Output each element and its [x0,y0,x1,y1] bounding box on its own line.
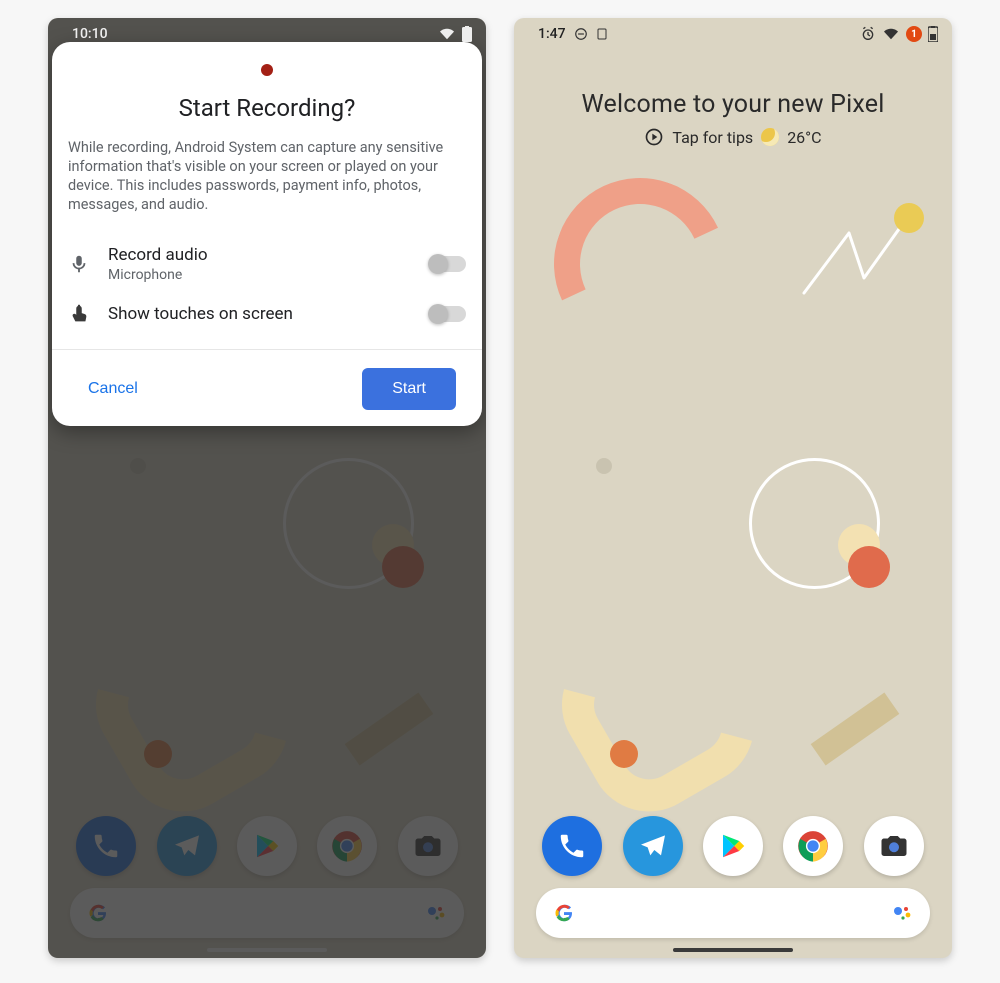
battery-icon [928,26,938,42]
screenshot-icon [596,27,608,41]
status-bar: 10:10 [48,18,486,46]
welcome-widget[interactable]: Welcome to your new Pixel Tap for tips 2… [514,90,952,147]
weather-temp: 26°C [787,128,821,147]
toggle-record-audio[interactable] [430,256,466,272]
option-record-audio[interactable]: Record audio Microphone [68,235,466,293]
weather-icon [761,128,779,146]
option-title: Show touches on screen [108,304,412,324]
notification-badge: 1 [906,26,922,42]
search-bar[interactable] [536,888,930,938]
wifi-icon [882,27,900,41]
google-g-icon [552,901,576,925]
dnd-icon [574,27,588,41]
phone-screenshot-home: 1:47 1 Welcome to your new Pixel Tap for… [514,18,952,958]
tips-label: Tap for tips [672,128,753,147]
app-play-store[interactable] [703,816,763,876]
status-time: 1:47 [538,26,566,42]
dialog-title: Start Recording? [68,94,466,122]
phone-screenshot-recording-dialog: 10:10 Start Recording? While recording, … [48,18,486,958]
battery-icon [462,26,472,42]
app-telegram[interactable] [623,816,683,876]
screen-record-dialog: Start Recording? While recording, Androi… [52,42,482,426]
alarm-icon [860,26,876,42]
option-title: Record audio [108,245,412,265]
app-dock [514,816,952,876]
start-button[interactable]: Start [362,368,456,410]
toggle-show-touches[interactable] [430,306,466,322]
cancel-button[interactable]: Cancel [78,372,148,406]
option-subtitle: Microphone [108,267,412,283]
app-camera[interactable] [864,816,924,876]
dialog-description: While recording, Android System can capt… [68,138,466,215]
touch-icon [68,303,90,325]
wifi-icon [438,27,456,41]
nav-handle[interactable] [673,948,793,952]
welcome-headline: Welcome to your new Pixel [514,90,952,119]
record-dot-icon [261,64,273,76]
app-chrome[interactable] [783,816,843,876]
option-show-touches[interactable]: Show touches on screen [68,293,466,335]
play-tips-icon [644,127,664,147]
assistant-icon[interactable] [890,901,914,925]
microphone-icon [68,253,90,275]
app-phone[interactable] [542,816,602,876]
status-time: 10:10 [72,26,108,42]
status-bar: 1:47 1 [514,18,952,46]
